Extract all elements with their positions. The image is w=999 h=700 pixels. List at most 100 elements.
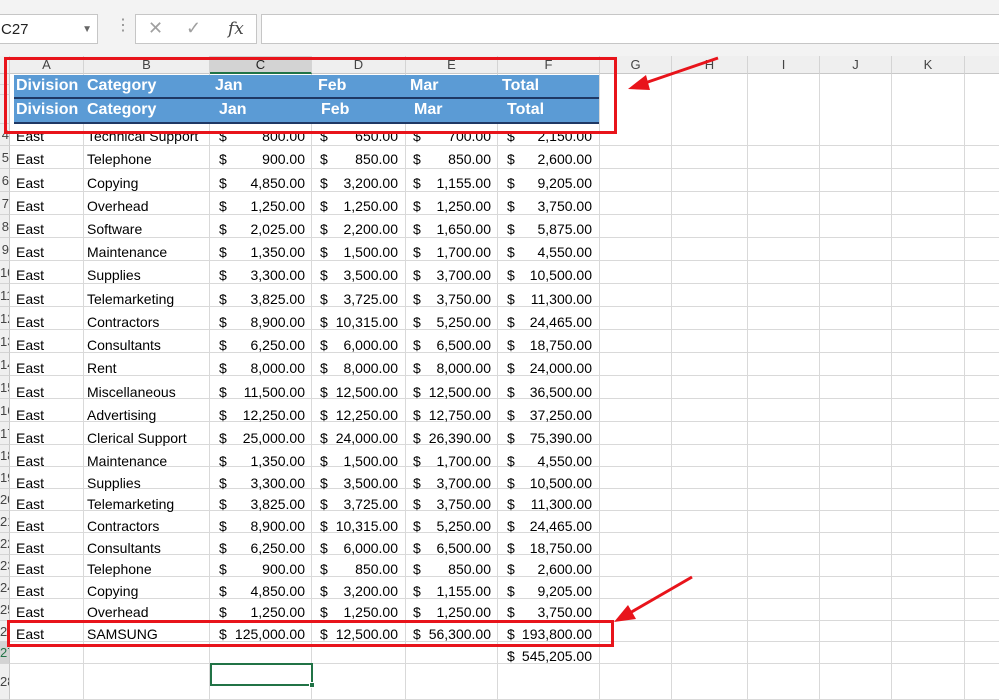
division-cell[interactable]: East <box>16 580 44 602</box>
category-cell[interactable]: Copying <box>87 172 138 194</box>
amount-cell[interactable]: 75,390.00 <box>482 427 592 449</box>
amount-cell[interactable]: 850.00 <box>381 148 491 170</box>
division-cell[interactable]: East <box>16 195 44 217</box>
amount-cell[interactable]: 1,155.00 <box>381 172 492 194</box>
row-header-9[interactable]: 9 <box>0 238 10 261</box>
name-box[interactable]: C27 ▼ <box>0 14 98 44</box>
spreadsheet-grid[interactable]: ABCDEFGHIJKL4567891011121314151617181920… <box>0 56 999 700</box>
amount-cell[interactable]: 11,300.00 <box>482 288 592 310</box>
category-cell[interactable]: Supplies <box>87 264 141 286</box>
active-cell-c27[interactable] <box>210 663 313 686</box>
fill-handle[interactable] <box>309 682 315 688</box>
amount-cell[interactable]: 1,155.00 <box>381 580 492 602</box>
row-header-17[interactable]: 17 <box>0 422 10 445</box>
amount-cell[interactable]: 36,500.00 <box>482 381 592 403</box>
division-cell[interactable]: East <box>16 334 44 356</box>
amount-cell[interactable]: 4,550.00 <box>482 241 593 263</box>
insert-function-icon[interactable]: fx <box>228 19 244 39</box>
category-cell[interactable]: Contractors <box>87 311 159 333</box>
row-header-23[interactable]: 23 <box>0 555 10 577</box>
category-cell[interactable]: Maintenance <box>87 450 167 472</box>
cancel-icon[interactable]: ✕ <box>148 18 163 39</box>
division-cell[interactable]: East <box>16 288 44 310</box>
category-cell[interactable]: Consultants <box>87 334 161 356</box>
division-cell[interactable]: East <box>16 515 44 537</box>
row-header-8[interactable]: 8 <box>0 215 10 238</box>
amount-cell[interactable]: 9,205.00 <box>482 580 593 602</box>
division-cell[interactable]: East <box>16 241 44 263</box>
category-cell[interactable]: Miscellaneous <box>87 381 176 403</box>
row-header-18[interactable]: 18 <box>0 445 10 467</box>
row-header-28[interactable]: 28 <box>0 664 10 700</box>
amount-cell[interactable]: 6,500.00 <box>381 537 492 559</box>
division-cell[interactable]: East <box>16 472 44 494</box>
amount-cell[interactable]: 850.00 <box>381 558 491 580</box>
category-cell[interactable]: Clerical Support <box>87 427 187 449</box>
division-cell[interactable]: East <box>16 450 44 472</box>
amount-cell[interactable]: 9,205.00 <box>482 172 593 194</box>
amount-cell[interactable]: 5,250.00 <box>381 311 492 333</box>
division-cell[interactable]: East <box>16 218 44 240</box>
amount-cell[interactable]: 12,750.00 <box>381 404 491 426</box>
division-cell[interactable]: East <box>16 427 44 449</box>
amount-cell[interactable]: 2,600.00 <box>482 148 593 170</box>
amount-cell[interactable]: 24,465.00 <box>482 311 592 333</box>
amount-cell[interactable]: 1,700.00 <box>381 241 492 263</box>
enter-icon[interactable]: ✓ <box>186 18 201 39</box>
amount-cell[interactable]: 18,750.00 <box>482 537 592 559</box>
division-cell[interactable]: East <box>16 148 44 170</box>
category-cell[interactable]: Consultants <box>87 537 161 559</box>
column-header-j[interactable]: J <box>820 56 892 74</box>
division-cell[interactable]: East <box>16 537 44 559</box>
division-cell[interactable]: East <box>16 381 44 403</box>
category-cell[interactable]: Telephone <box>87 558 152 580</box>
amount-cell[interactable]: 26,390.00 <box>381 427 491 449</box>
row-header-6[interactable]: 6 <box>0 169 10 192</box>
row-header-24[interactable]: 24 <box>0 577 10 599</box>
category-cell[interactable]: Telemarketing <box>87 493 174 515</box>
amount-cell[interactable]: 2,600.00 <box>482 558 593 580</box>
amount-cell[interactable]: 4,550.00 <box>482 450 593 472</box>
category-cell[interactable]: Telemarketing <box>87 288 174 310</box>
row-header-15[interactable]: 15 <box>0 376 10 399</box>
category-cell[interactable]: Supplies <box>87 472 141 494</box>
amount-cell[interactable]: 11,300.00 <box>482 493 592 515</box>
division-cell[interactable]: East <box>16 493 44 515</box>
row-header-11[interactable]: 11 <box>0 284 10 307</box>
amount-cell[interactable]: 3,700.00 <box>381 264 492 286</box>
category-cell[interactable]: Telephone <box>87 148 152 170</box>
column-header-h[interactable]: H <box>672 56 748 74</box>
amount-cell[interactable]: 12,500.00 <box>381 381 491 403</box>
division-cell[interactable]: East <box>16 404 44 426</box>
category-cell[interactable]: Overhead <box>87 195 148 217</box>
row-header-12[interactable]: 12 <box>0 307 10 330</box>
amount-cell[interactable]: 1,700.00 <box>381 450 492 472</box>
row-header-25[interactable]: 25 <box>0 599 10 621</box>
amount-cell[interactable]: 3,750.00 <box>482 195 593 217</box>
row-header-21[interactable]: 21 <box>0 511 10 533</box>
category-cell[interactable]: Copying <box>87 580 138 602</box>
grand-total-cell[interactable]: 545,205.00 <box>482 645 592 667</box>
category-cell[interactable]: Rent <box>87 357 117 379</box>
formula-bar-input[interactable] <box>261 14 999 44</box>
more-options-icon[interactable]: ⋮ <box>115 16 131 36</box>
amount-cell[interactable]: 10,500.00 <box>482 472 592 494</box>
division-cell[interactable]: East <box>16 558 44 580</box>
amount-cell[interactable]: 3,750.00 <box>381 493 492 515</box>
amount-cell[interactable]: 1,250.00 <box>381 195 492 217</box>
amount-cell[interactable]: 5,875.00 <box>482 218 593 240</box>
row-header-14[interactable]: 14 <box>0 353 10 376</box>
division-cell[interactable]: East <box>16 172 44 194</box>
amount-cell[interactable]: 24,000.00 <box>482 357 592 379</box>
row-header-22[interactable]: 22 <box>0 533 10 555</box>
amount-cell[interactable]: 3,750.00 <box>381 288 492 310</box>
amount-cell[interactable]: 24,465.00 <box>482 515 592 537</box>
category-cell[interactable]: Maintenance <box>87 241 167 263</box>
row-header-5[interactable]: 5 <box>0 146 10 169</box>
row-header-13[interactable]: 13 <box>0 330 10 353</box>
amount-cell[interactable]: 1,650.00 <box>381 218 492 240</box>
amount-cell[interactable]: 6,500.00 <box>381 334 492 356</box>
amount-cell[interactable]: 3,700.00 <box>381 472 492 494</box>
column-header-k[interactable]: K <box>892 56 965 74</box>
category-cell[interactable]: Advertising <box>87 404 156 426</box>
